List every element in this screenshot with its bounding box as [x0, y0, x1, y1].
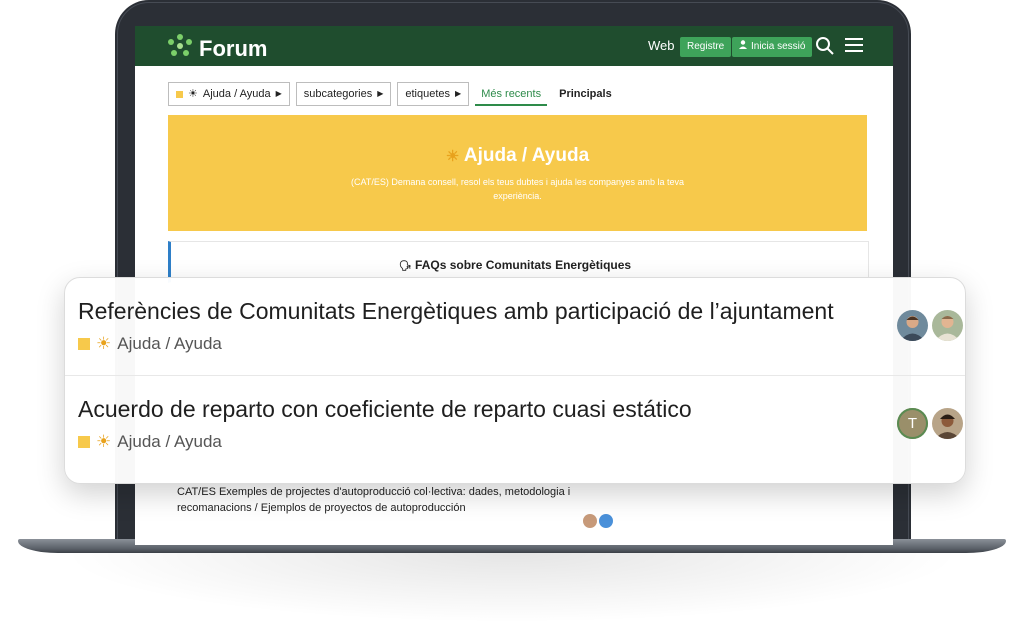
forum-header: Forum Web Registre Inicia sessió [135, 26, 893, 66]
list-item[interactable]: Referències de Comunitats Energètiques a… [65, 278, 965, 376]
category-color-square [78, 436, 90, 448]
subcategories-label: subcategories [303, 88, 373, 100]
sun-icon: ☀ [96, 334, 112, 353]
caret-right-icon: ▶ [275, 89, 282, 98]
banner-title: Ajuda / Ayuda [463, 145, 590, 166]
sun-icon: ☀ [445, 148, 460, 165]
avatar[interactable] [932, 408, 963, 439]
banner-description: (CAT/ES) Demana consell, resol els teus … [351, 177, 684, 201]
list-item[interactable]: Acuerdo de reparto con coeficiente de re… [65, 376, 965, 473]
sun-icon: ☀ [188, 88, 198, 100]
tab-latest[interactable]: Més recents [475, 82, 548, 106]
category-dropdown[interactable]: ☀ Ajuda / Ayuda ▶ [168, 82, 290, 106]
avatar[interactable]: T [897, 408, 928, 439]
hamburger-menu-icon[interactable] [845, 37, 863, 58]
topic-title[interactable]: Referències de Comunitats Energètiques a… [78, 298, 834, 325]
category-banner: ☀ Ajuda / Ayuda (CAT/ES) Demana consell,… [168, 115, 867, 231]
category-color-square [176, 90, 183, 98]
topic-posters [897, 310, 963, 341]
login-label: Inicia sessió [751, 41, 806, 52]
background-topic-avatars [583, 514, 613, 528]
category-dropdown-label: Ajuda / Ayuda [202, 88, 271, 100]
category-nav: ☀ Ajuda / Ayuda ▶ subcategories ▶ etique… [168, 82, 618, 106]
sun-icon: ☀ [96, 432, 112, 451]
banner-title-row: ☀ Ajuda / Ayuda [168, 145, 867, 167]
category-color-square [78, 338, 90, 350]
logo-icon [167, 33, 193, 64]
topic-category[interactable]: ☀ Ajuda / Ayuda [78, 432, 222, 452]
login-button[interactable]: Inicia sessió [732, 37, 813, 57]
avatar[interactable] [583, 514, 597, 528]
topic-title-background[interactable]: CAT/ES Exemples de projectes d'autoprodu… [177, 484, 577, 516]
avatar[interactable] [932, 310, 963, 341]
tags-dropdown[interactable]: etiquetes ▶ [397, 82, 470, 106]
speaker-icon: 🗣 [399, 261, 412, 272]
topic-posters: T [897, 408, 963, 439]
topic-title[interactable]: Acuerdo de reparto con coeficiente de re… [78, 396, 692, 423]
user-icon [739, 37, 747, 57]
avatar[interactable] [599, 514, 613, 528]
forum-title: Forum [199, 35, 268, 61]
avatar[interactable] [897, 310, 928, 341]
topic-list-overlay: Referències de Comunitats Energètiques a… [64, 277, 966, 484]
caret-right-icon: ▶ [455, 89, 462, 98]
pinned-topic-title-row: 🗣 FAQs sobre Comunitats Energètiques [399, 258, 631, 272]
topic-category[interactable]: ☀ Ajuda / Ayuda [78, 334, 222, 354]
subcategories-dropdown[interactable]: subcategories ▶ [295, 82, 392, 106]
forum-logo[interactable]: Forum [167, 33, 267, 64]
search-icon[interactable] [815, 36, 835, 61]
caret-right-icon: ▶ [377, 89, 384, 98]
register-button[interactable]: Registre [680, 37, 732, 57]
topic-category-label: Ajuda / Ayuda [117, 432, 222, 451]
tab-top[interactable]: Principals [553, 82, 618, 106]
web-link[interactable]: Web [648, 38, 675, 53]
laptop-shadow [60, 553, 964, 623]
tags-label: etiquetes [405, 88, 451, 100]
pinned-topic-title: FAQs sobre Comunitats Energètiques [415, 258, 632, 272]
topic-category-label: Ajuda / Ayuda [117, 334, 222, 353]
